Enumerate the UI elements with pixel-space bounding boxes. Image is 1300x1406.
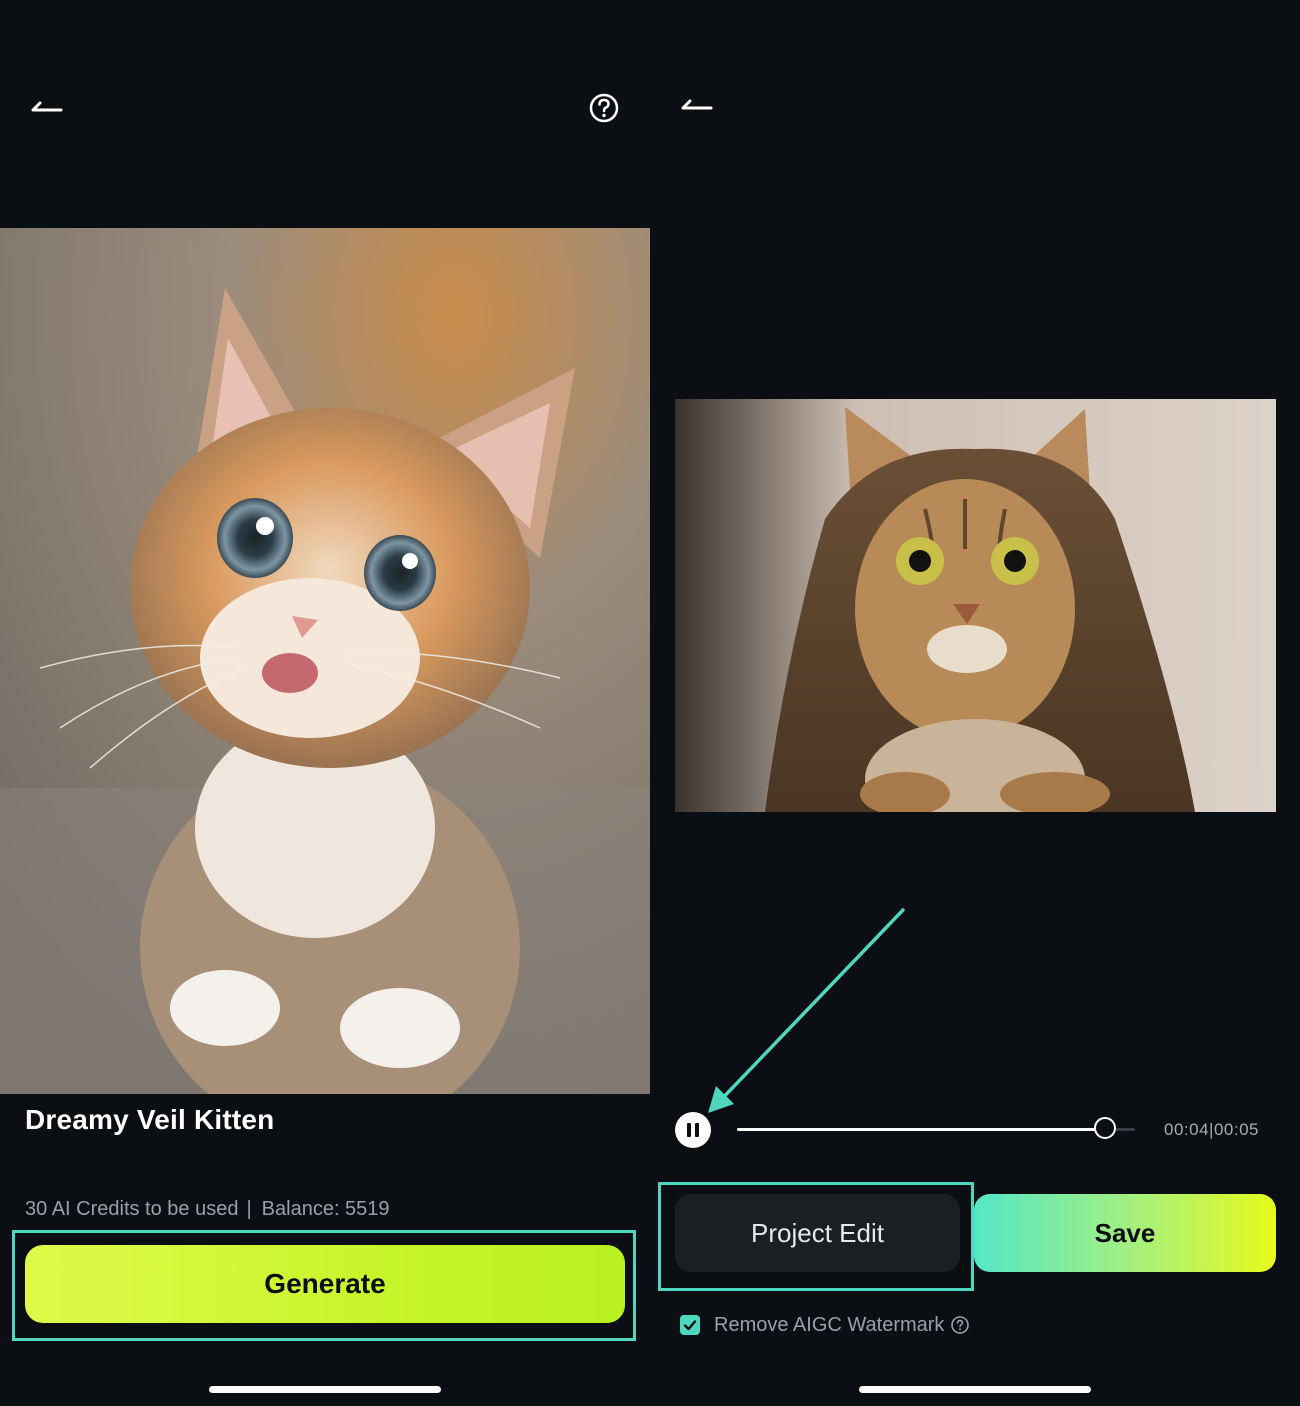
seekbar-thumb[interactable] [1094,1117,1117,1139]
back-button[interactable] [675,84,719,128]
remove-watermark-checkbox[interactable] [680,1315,700,1335]
playback-progress [737,1128,1106,1131]
info-icon[interactable] [950,1315,970,1335]
kitten-preview-image [0,228,650,1094]
save-button[interactable]: Save [974,1194,1276,1272]
pause-button[interactable] [675,1112,711,1148]
left-screen: Dreamy Veil Kitten 30 AI Credits to be u… [0,0,650,1406]
project-edit-button[interactable]: Project Edit [675,1194,960,1272]
back-arrow-icon [681,99,713,110]
credits-info: 30 AI Credits to be used | Balance: 5519 [25,1198,390,1221]
remove-watermark-label: Remove AIGC Watermark [714,1313,945,1336]
back-button[interactable] [25,86,69,130]
result-video-preview[interactable] [675,399,1276,812]
home-indicator [859,1386,1091,1393]
time-readout: 00:04|00:05 [1164,1120,1259,1140]
credits-balance: Balance: 5519 [261,1198,390,1220]
remove-watermark-option: Remove AIGC Watermark [680,1312,970,1338]
home-indicator [209,1386,441,1393]
credits-cost: 30 AI Credits to be used [25,1198,239,1220]
check-icon [683,1320,697,1331]
back-arrow-icon [31,101,63,112]
generate-button[interactable]: Generate [25,1245,625,1323]
effect-title: Dreamy Veil Kitten [25,1104,275,1135]
time-total: 00:05 [1213,1120,1260,1139]
help-icon [589,93,619,123]
right-screen: 00:04|00:05 Project Edit Save Remove AIG… [650,0,1300,1406]
playback-seekbar[interactable] [737,1117,1135,1139]
credits-separator: | [246,1198,252,1220]
time-current: 00:04 [1164,1120,1210,1139]
help-button[interactable] [582,86,626,130]
